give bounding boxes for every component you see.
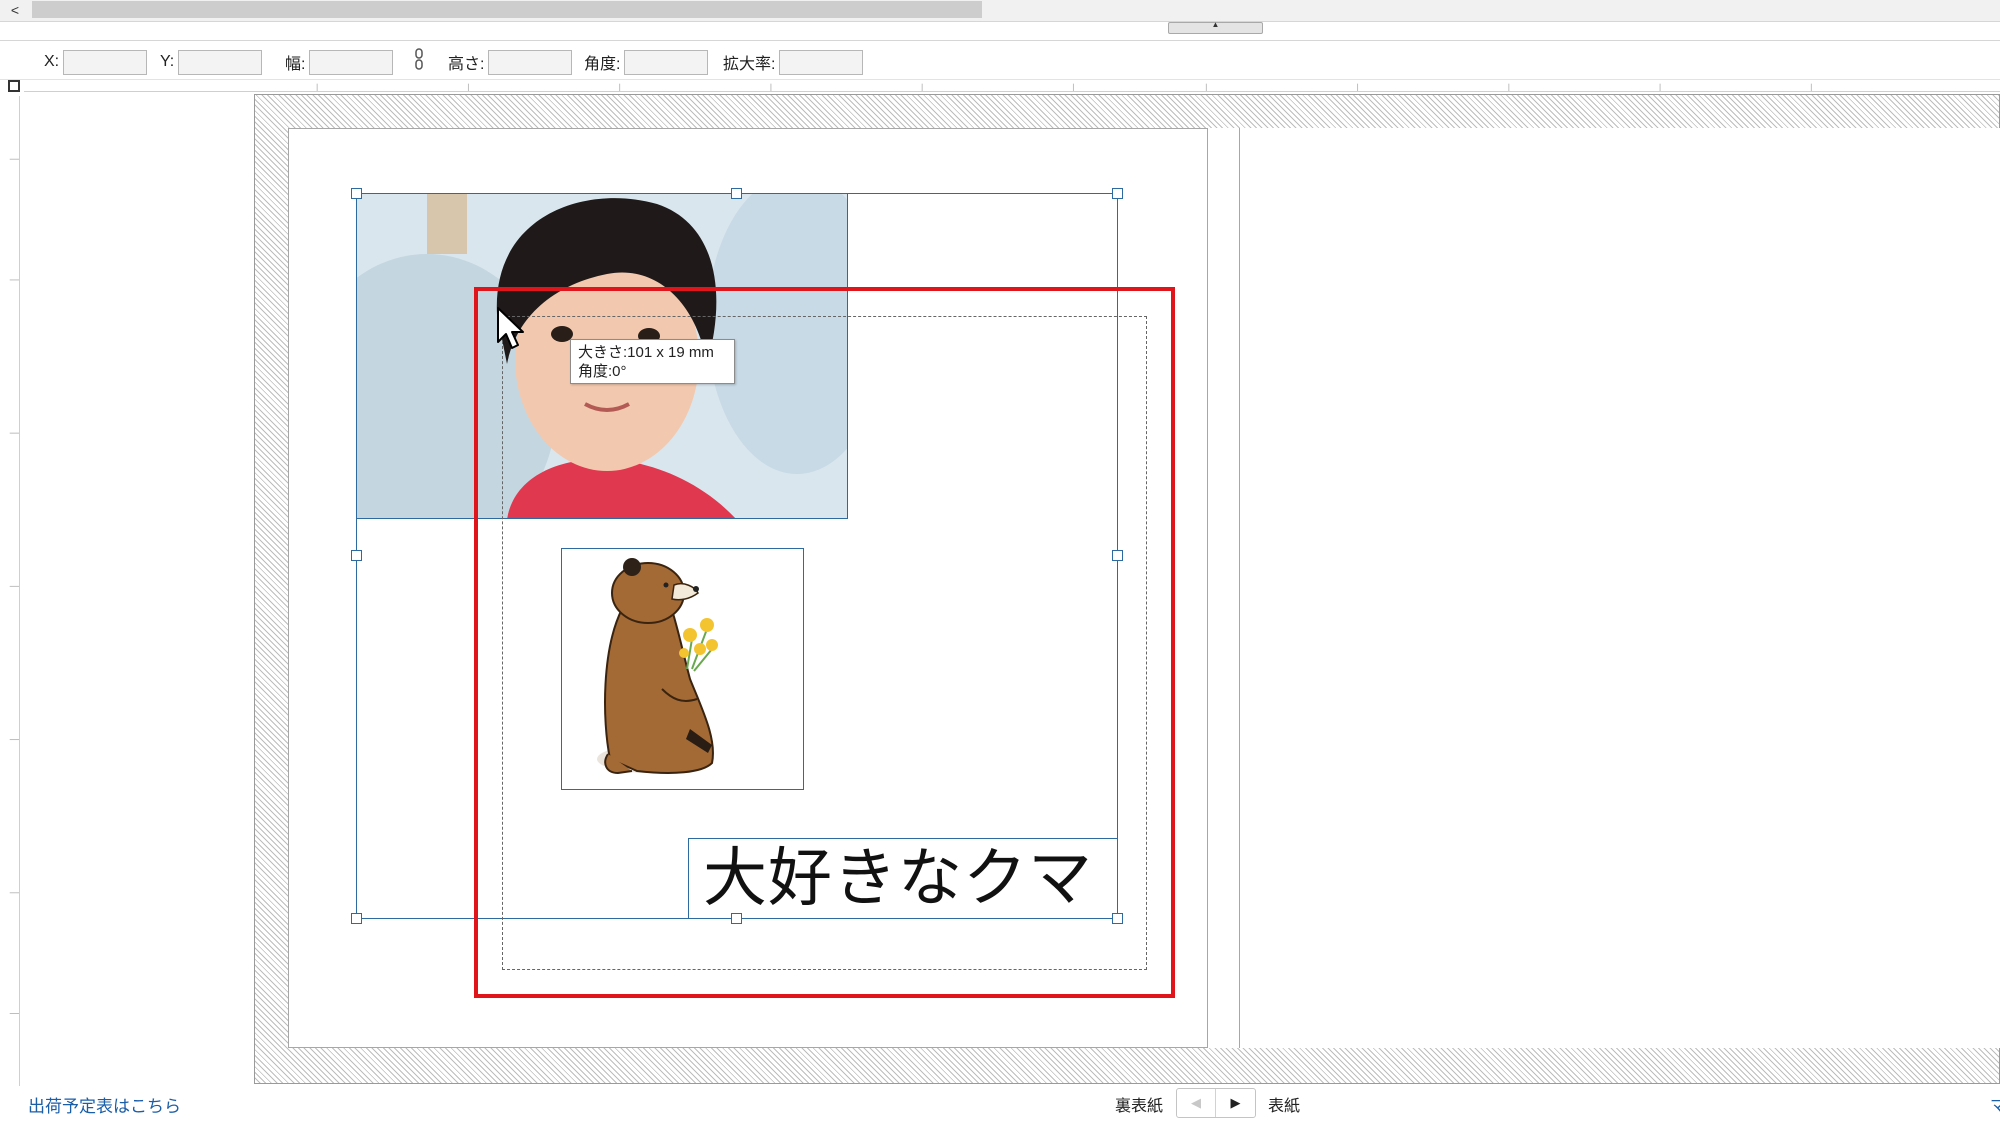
resize-handle-top-right[interactable] xyxy=(1112,188,1123,199)
back-cover-label[interactable]: 裏表紙 xyxy=(1115,1092,1163,1116)
scrollbar-thumb[interactable] xyxy=(32,1,982,18)
size-tooltip: 大きさ:101 x 19 mm 角度:0° xyxy=(570,339,735,384)
x-input[interactable] xyxy=(63,49,148,75)
resize-handle-bottom-left[interactable] xyxy=(351,913,362,924)
y-label: Y: xyxy=(160,53,175,70)
scroll-left-arrow-icon[interactable]: < xyxy=(0,0,30,20)
x-property: X: xyxy=(44,49,148,75)
tooltip-size-text: 大きさ:101 x 19 mm xyxy=(578,344,714,361)
next-page-button[interactable]: ▶ xyxy=(1216,1089,1255,1117)
horizontal-ruler xyxy=(24,83,2000,92)
shipping-schedule-link[interactable]: 出荷予定表はこちら xyxy=(28,1092,181,1117)
resize-handle-top-left[interactable] xyxy=(351,188,362,199)
x-label: X: xyxy=(44,53,60,70)
right-corner-link[interactable]: マ xyxy=(1990,1092,2000,1116)
panel-splitter-handle[interactable]: ▲ xyxy=(1168,20,1263,34)
highlight-annotation-box xyxy=(474,287,1175,998)
scale-input[interactable] xyxy=(779,49,864,75)
scale-label: 拡大率: xyxy=(723,56,776,73)
previous-page-button[interactable]: ◀ xyxy=(1177,1089,1217,1117)
status-bar xyxy=(0,1088,2000,1121)
ruler-origin-corner[interactable] xyxy=(8,80,20,92)
horizontal-scrollbar[interactable]: < xyxy=(0,0,2000,22)
aspect-lock-link-icon[interactable] xyxy=(414,48,424,70)
front-cover-label[interactable]: 表紙 xyxy=(1268,1092,1300,1116)
tooltip-angle-text: 角度:0° xyxy=(578,363,627,380)
angle-label: 角度: xyxy=(584,56,621,73)
y-property: Y: xyxy=(160,49,263,75)
collapse-up-icon: ▲ xyxy=(1211,20,1220,29)
front-cover-page[interactable] xyxy=(1240,128,2000,1048)
height-property: 高さ: xyxy=(448,49,573,75)
resize-handle-middle-left[interactable] xyxy=(351,550,362,561)
y-input[interactable] xyxy=(178,49,263,75)
width-property: 幅: xyxy=(285,49,394,75)
height-label: 高さ: xyxy=(448,56,485,73)
resize-handle-top-center[interactable] xyxy=(731,188,742,199)
angle-input[interactable] xyxy=(624,49,709,75)
vertical-ruler xyxy=(9,96,20,1086)
property-bar: X: Y: 幅: 高さ: 角度: 拡大率: xyxy=(0,40,2000,80)
angle-property: 角度: xyxy=(584,49,709,75)
height-input[interactable] xyxy=(488,49,573,75)
page-navigator: ◀ ▶ xyxy=(1176,1088,1256,1118)
width-input[interactable] xyxy=(309,49,394,75)
mouse-cursor-icon xyxy=(497,307,524,349)
book-spine xyxy=(1208,128,1240,1048)
width-label: 幅: xyxy=(285,56,306,73)
scale-property: 拡大率: xyxy=(723,49,864,75)
